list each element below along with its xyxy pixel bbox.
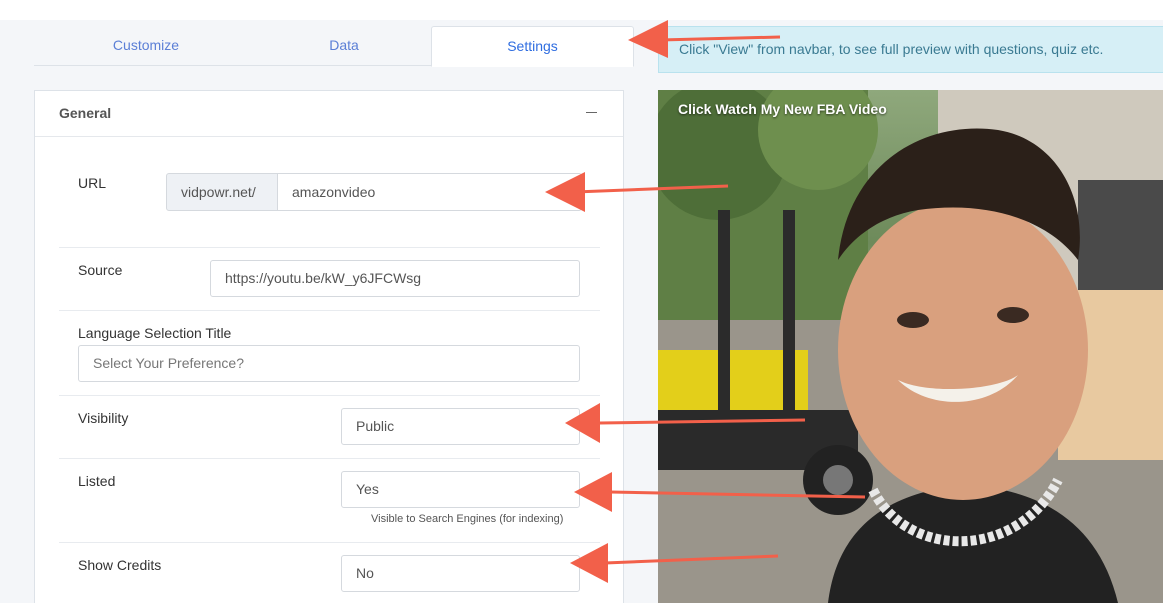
tab-data[interactable]: Data: [244, 26, 444, 66]
video-title: Click Watch My New FBA Video: [678, 101, 887, 117]
visibility-select[interactable]: Public: [341, 408, 580, 445]
divider: [59, 310, 600, 311]
panel-header: General: [35, 91, 623, 137]
tab-settings[interactable]: Settings: [431, 26, 634, 67]
url-prefix: vidpowr.net/: [166, 173, 278, 211]
visibility-label: Visibility: [78, 410, 129, 426]
top-bar: [0, 0, 1163, 20]
listed-hint: Visible to Search Engines (for indexing): [371, 513, 564, 525]
language-title-input[interactable]: Select Your Preference?: [78, 345, 580, 382]
url-label: URL: [78, 175, 107, 191]
divider: [59, 458, 600, 459]
preview-notice: Click "View" from navbar, to see full pr…: [658, 26, 1163, 73]
video-preview[interactable]: Click Watch My New FBA Video: [658, 90, 1163, 603]
panel-title: General: [59, 105, 112, 121]
show-credits-select[interactable]: No: [341, 555, 580, 592]
settings-tabs: Customize Data Settings: [34, 26, 634, 67]
divider: [59, 395, 600, 396]
tab-customize[interactable]: Customize: [46, 26, 246, 66]
language-title-label: Language Selection Title: [78, 325, 232, 341]
divider: [59, 247, 600, 248]
url-slug-input[interactable]: amazonvideo: [277, 173, 582, 211]
collapse-minus-icon[interactable]: [586, 112, 597, 113]
source-label: Source: [78, 262, 123, 278]
general-panel: General URL vidpowr.net/ amazonvideo Sou…: [34, 90, 624, 603]
listed-select[interactable]: Yes: [341, 471, 580, 508]
show-credits-label: Show Credits: [78, 557, 162, 573]
divider: [59, 542, 600, 543]
source-input[interactable]: https://youtu.be/kW_y6JFCWsg: [210, 260, 580, 297]
video-thumbnail: [658, 90, 1163, 603]
listed-label: Listed: [78, 473, 116, 489]
